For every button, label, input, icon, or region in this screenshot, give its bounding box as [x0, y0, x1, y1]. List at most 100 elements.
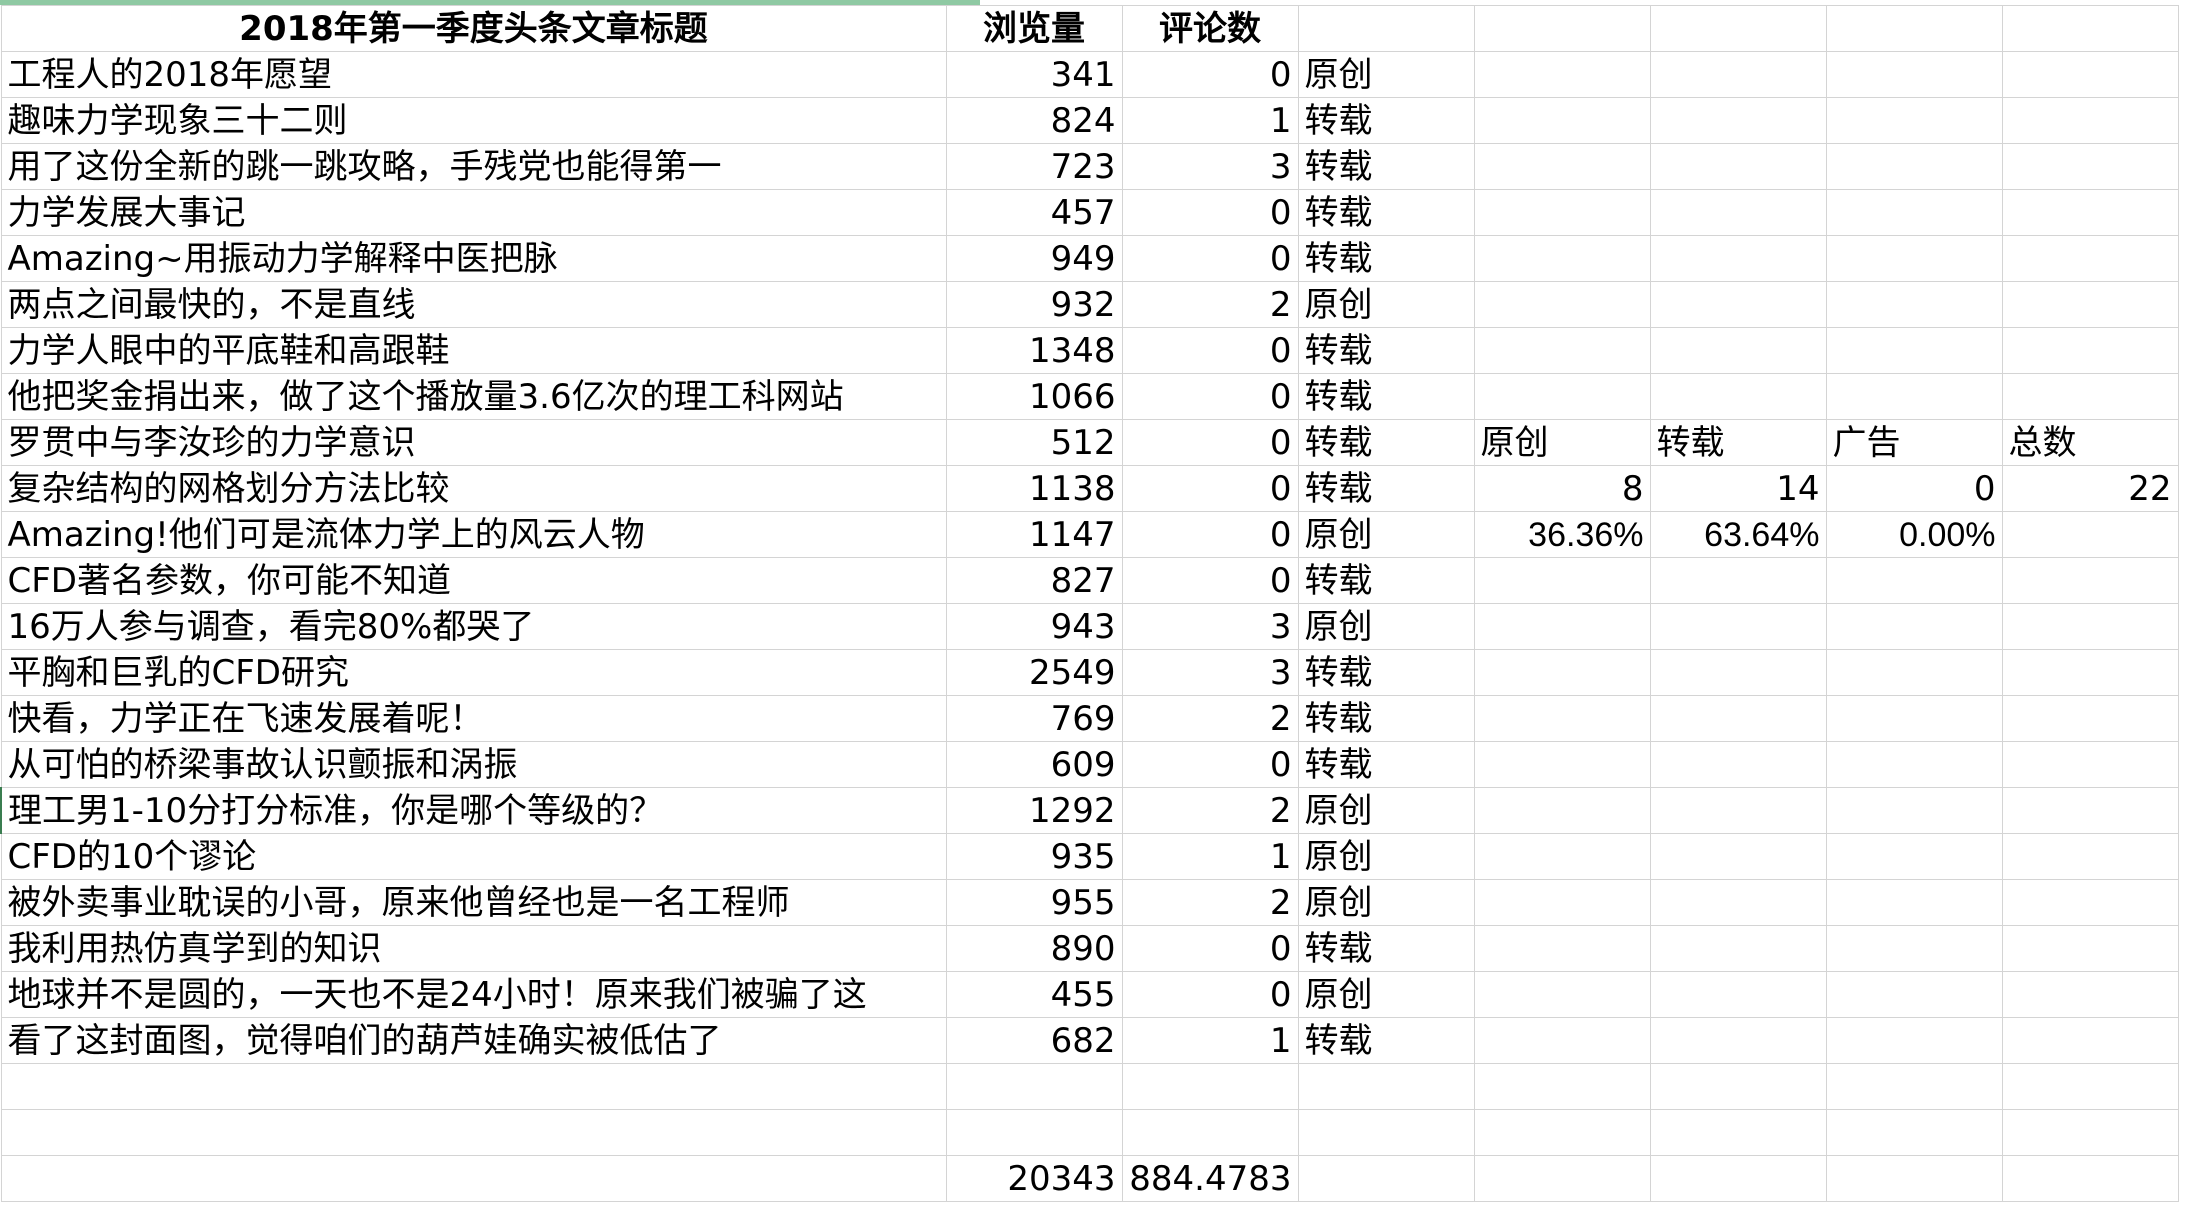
title-cell[interactable]: 他把奖金捐出来，做了这个播放量3.6亿次的理工科网站 — [0, 373, 947, 420]
empty-cell[interactable] — [1649, 5, 1827, 52]
summary-percent-cell[interactable]: 63.64% — [1649, 511, 1827, 558]
title-cell[interactable]: 看了这封面图，觉得咱们的葫芦娃确实被低估了 — [0, 1017, 947, 1064]
views-cell[interactable]: 2549 — [945, 649, 1123, 696]
empty-cell[interactable] — [945, 1063, 1123, 1110]
empty-cell[interactable] — [1649, 51, 1827, 98]
empty-cell[interactable] — [1825, 1155, 2003, 1202]
empty-cell[interactable] — [1825, 51, 2003, 98]
empty-cell[interactable] — [2001, 281, 2179, 328]
empty-cell[interactable] — [1649, 603, 1827, 650]
summary-percent-cell[interactable]: 36.36% — [1473, 511, 1651, 558]
views-cell[interactable]: 609 — [945, 741, 1123, 788]
empty-cell[interactable] — [1121, 1063, 1299, 1110]
views-cell[interactable]: 827 — [945, 557, 1123, 604]
empty-cell[interactable] — [1473, 925, 1651, 972]
comments-cell[interactable]: 0 — [1121, 511, 1299, 558]
empty-cell[interactable] — [1473, 1063, 1651, 1110]
comments-cell[interactable]: 0 — [1121, 51, 1299, 98]
empty-cell[interactable] — [1473, 833, 1651, 880]
empty-cell[interactable] — [1473, 5, 1651, 52]
summary-label-cell[interactable]: 广告 — [1825, 419, 2003, 466]
empty-cell[interactable] — [1649, 281, 1827, 328]
summary-label-cell[interactable]: 总数 — [2001, 419, 2179, 466]
type-cell[interactable]: 转载 — [1297, 143, 1475, 190]
title-cell[interactable]: CFD著名参数，你可能不知道 — [0, 557, 947, 604]
comments-cell[interactable]: 1 — [1121, 97, 1299, 144]
comments-cell[interactable]: 2 — [1121, 695, 1299, 742]
empty-cell[interactable] — [1825, 603, 2003, 650]
type-cell[interactable]: 转载 — [1297, 419, 1475, 466]
views-cell[interactable]: 932 — [945, 281, 1123, 328]
comments-cell[interactable]: 2 — [1121, 787, 1299, 834]
empty-cell[interactable] — [1825, 373, 2003, 420]
type-cell[interactable]: 原创 — [1297, 51, 1475, 98]
empty-cell[interactable] — [1825, 1017, 2003, 1064]
empty-cell[interactable] — [2001, 741, 2179, 788]
empty-cell[interactable] — [1649, 833, 1827, 880]
empty-cell[interactable] — [1473, 1155, 1651, 1202]
views-cell[interactable]: 455 — [945, 971, 1123, 1018]
comments-cell[interactable]: 3 — [1121, 649, 1299, 696]
empty-cell[interactable] — [1473, 971, 1651, 1018]
comments-cell[interactable]: 0 — [1121, 557, 1299, 604]
comments-cell[interactable]: 0 — [1121, 741, 1299, 788]
summary-percent-cell[interactable]: 0.00% — [1825, 511, 2003, 558]
empty-cell[interactable] — [2001, 557, 2179, 604]
type-cell[interactable]: 转载 — [1297, 373, 1475, 420]
empty-cell[interactable] — [1825, 787, 2003, 834]
summary-percent-cell[interactable] — [2001, 511, 2179, 558]
empty-cell[interactable] — [1649, 327, 1827, 374]
empty-cell[interactable] — [1649, 143, 1827, 190]
empty-cell[interactable] — [1473, 51, 1651, 98]
empty-cell[interactable] — [1825, 649, 2003, 696]
empty-cell[interactable] — [1473, 281, 1651, 328]
empty-cell[interactable] — [0, 1109, 947, 1156]
empty-cell[interactable] — [1473, 695, 1651, 742]
title-cell[interactable]: 16万人参与调查，看完80%都哭了 — [0, 603, 947, 650]
empty-cell[interactable] — [2001, 51, 2179, 98]
comments-cell[interactable]: 0 — [1121, 465, 1299, 512]
empty-cell[interactable] — [1649, 97, 1827, 144]
views-cell[interactable]: 1138 — [945, 465, 1123, 512]
type-cell[interactable]: 转载 — [1297, 189, 1475, 236]
empty-cell[interactable] — [2001, 235, 2179, 282]
empty-cell[interactable] — [2001, 327, 2179, 374]
views-cell[interactable]: 1292 — [945, 787, 1123, 834]
empty-cell[interactable] — [1649, 695, 1827, 742]
empty-cell[interactable] — [1825, 1109, 2003, 1156]
empty-cell[interactable] — [2001, 649, 2179, 696]
empty-cell[interactable] — [2001, 879, 2179, 926]
title-cell[interactable]: 平胸和巨乳的CFD研究 — [0, 649, 947, 696]
summary-count-cell[interactable]: 0 — [1825, 465, 2003, 512]
views-cell[interactable]: 682 — [945, 1017, 1123, 1064]
empty-cell[interactable] — [1649, 557, 1827, 604]
comments-cell[interactable]: 3 — [1121, 143, 1299, 190]
empty-cell[interactable] — [1649, 1109, 1827, 1156]
views-cell[interactable]: 1348 — [945, 327, 1123, 374]
empty-cell[interactable] — [1649, 649, 1827, 696]
empty-cell[interactable] — [2001, 1017, 2179, 1064]
total-comments-cell[interactable]: 884.4783 — [1121, 1155, 1299, 1202]
empty-cell[interactable] — [1473, 373, 1651, 420]
views-cell[interactable]: 1066 — [945, 373, 1123, 420]
type-cell[interactable]: 转载 — [1297, 695, 1475, 742]
empty-cell[interactable] — [1825, 235, 2003, 282]
empty-cell[interactable] — [1473, 741, 1651, 788]
type-cell[interactable]: 转载 — [1297, 1017, 1475, 1064]
empty-cell[interactable] — [1473, 143, 1651, 190]
empty-cell[interactable] — [1121, 1109, 1299, 1156]
empty-cell[interactable] — [0, 1063, 947, 1110]
title-cell[interactable]: 快看，力学正在飞速发展着呢！ — [0, 695, 947, 742]
title-cell[interactable]: 力学人眼中的平底鞋和高跟鞋 — [0, 327, 947, 374]
summary-count-cell[interactable]: 14 — [1649, 465, 1827, 512]
empty-cell[interactable] — [2001, 833, 2179, 880]
type-cell[interactable]: 转载 — [1297, 235, 1475, 282]
header-comments-cell[interactable]: 评论数 — [1121, 5, 1299, 52]
type-cell[interactable]: 转载 — [1297, 925, 1475, 972]
views-cell[interactable]: 512 — [945, 419, 1123, 466]
empty-cell[interactable] — [1825, 833, 2003, 880]
type-cell[interactable]: 原创 — [1297, 971, 1475, 1018]
empty-cell[interactable] — [1825, 5, 2003, 52]
type-cell[interactable]: 原创 — [1297, 787, 1475, 834]
empty-cell[interactable] — [1825, 189, 2003, 236]
